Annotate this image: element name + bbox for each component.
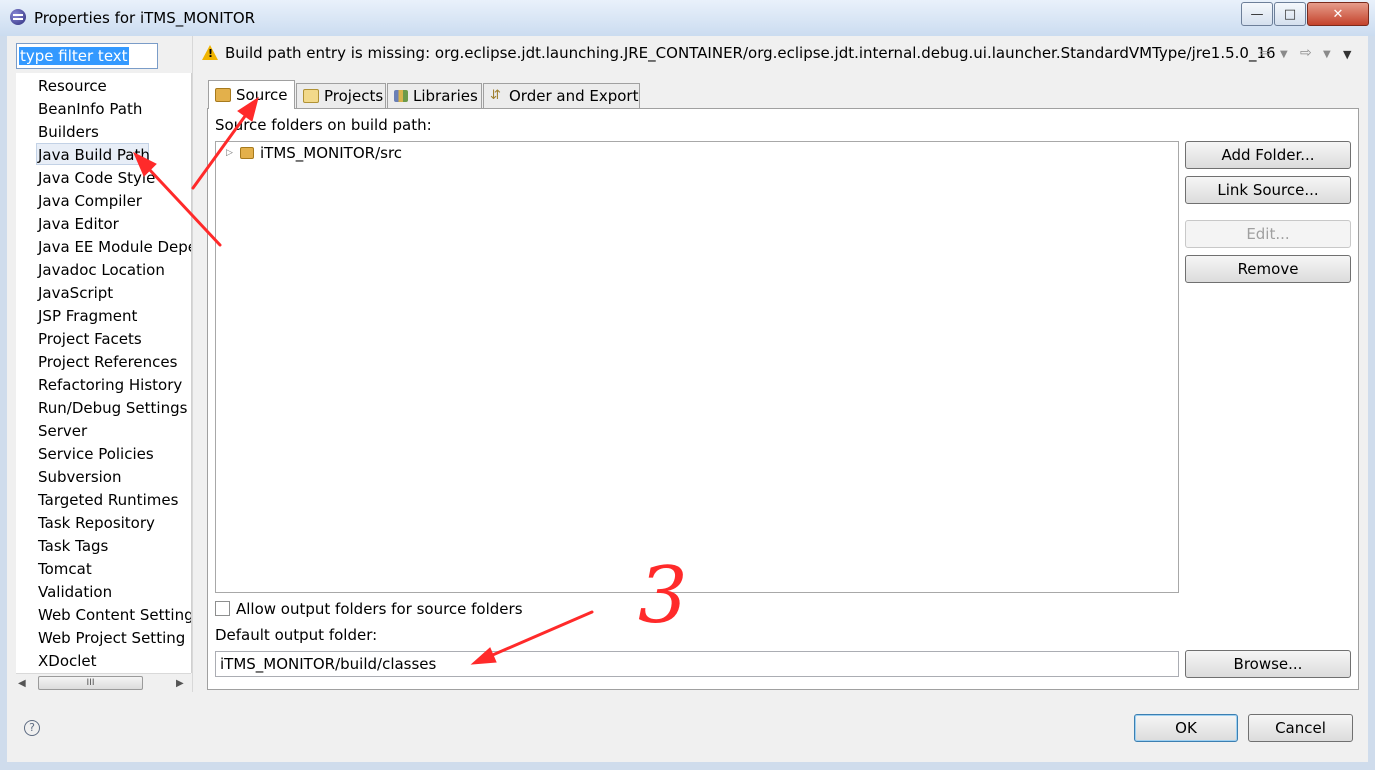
- nav-item[interactable]: Javadoc Location: [38, 259, 165, 281]
- nav-item[interactable]: Java Editor: [38, 213, 119, 235]
- source-folders-label: Source folders on build path:: [215, 116, 432, 134]
- nav-item[interactable]: Refactoring History: [38, 374, 182, 396]
- default-output-folder-value: iTMS_MONITOR/build/classes: [220, 655, 437, 673]
- allow-output-folders-checkbox[interactable]: [215, 601, 230, 616]
- forward-dropdown-icon[interactable]: ▼: [1323, 49, 1331, 60]
- view-menu-icon[interactable]: ▼: [1343, 48, 1351, 61]
- source-folder-item[interactable]: iTMS_MONITOR/src: [260, 144, 402, 162]
- nav-item[interactable]: Run/Debug Settings: [38, 397, 187, 419]
- close-button[interactable]: ✕: [1307, 2, 1369, 26]
- tab-order-export[interactable]: ⇵ Order and Export: [483, 83, 640, 108]
- nav-item[interactable]: Targeted Runtimes: [38, 489, 178, 511]
- tab-order-export-label: Order and Export: [509, 87, 639, 105]
- scroll-left-icon[interactable]: ◀: [18, 678, 26, 689]
- property-page-tree: Resource BeanInfo Path Builders Java Build …: [16, 73, 192, 673]
- nav-item[interactable]: Project Facets: [38, 328, 142, 350]
- nav-item[interactable]: Java Build Path: [38, 144, 150, 166]
- nav-item[interactable]: Java Code Style: [38, 167, 155, 189]
- nav-item[interactable]: Web Content Setting: [38, 604, 191, 626]
- page-message: Build path entry is missing: org.eclipse…: [225, 44, 1276, 62]
- nav-item[interactable]: Project References: [38, 351, 177, 373]
- nav-item[interactable]: Server: [38, 420, 87, 442]
- browse-button[interactable]: Browse...: [1185, 650, 1351, 678]
- remove-button[interactable]: Remove: [1185, 255, 1351, 283]
- source-folders-list[interactable]: [215, 141, 1179, 593]
- nav-item[interactable]: JavaScript: [38, 282, 113, 304]
- nav-item[interactable]: Resource: [38, 75, 107, 97]
- edit-button[interactable]: Edit...: [1185, 220, 1351, 248]
- nav-item[interactable]: Tomcat: [38, 558, 92, 580]
- nav-item[interactable]: Java Compiler: [38, 190, 142, 212]
- scroll-right-icon[interactable]: ▶: [176, 678, 184, 689]
- ok-button[interactable]: OK: [1134, 714, 1238, 742]
- nav-item[interactable]: JSP Fragment: [38, 305, 137, 327]
- nav-item[interactable]: Web Project Setting: [38, 627, 185, 649]
- warning-exclamation-icon: !: [208, 47, 214, 60]
- eclipse-icon: [10, 9, 26, 25]
- nav-item[interactable]: Subversion: [38, 466, 122, 488]
- maximize-button[interactable]: □: [1274, 2, 1306, 26]
- add-folder-button[interactable]: Add Folder...: [1185, 141, 1351, 169]
- allow-output-folders-label: Allow output folders for source folders: [236, 600, 523, 618]
- nav-item[interactable]: Builders: [38, 121, 99, 143]
- nav-item[interactable]: Task Tags: [38, 535, 108, 557]
- folder-source-icon: [215, 88, 231, 102]
- filter-input[interactable]: type filter text: [16, 43, 158, 69]
- tab-projects-label: Projects: [324, 87, 384, 105]
- scroll-thumb[interactable]: III: [38, 676, 143, 690]
- tree-horizontal-scrollbar[interactable]: ◀ III ▶: [16, 673, 191, 692]
- help-icon[interactable]: ?: [24, 720, 40, 736]
- nav-item[interactable]: Java EE Module Depe: [38, 236, 191, 258]
- tab-libraries[interactable]: Libraries: [387, 83, 482, 108]
- tab-source-label: Source: [236, 86, 288, 104]
- source-folder-icon: [240, 147, 254, 159]
- sash-divider[interactable]: [192, 36, 193, 692]
- tree-expand-icon[interactable]: ▷: [226, 148, 233, 158]
- minimize-button[interactable]: —: [1241, 2, 1273, 26]
- nav-item[interactable]: XDoclet: [38, 650, 97, 672]
- libraries-icon: [394, 90, 408, 102]
- back-arrow-icon[interactable]: ⇦: [1259, 45, 1271, 61]
- nav-item[interactable]: Task Repository: [38, 512, 155, 534]
- tab-libraries-label: Libraries: [413, 87, 478, 105]
- projects-icon: [303, 89, 319, 103]
- tab-projects[interactable]: Projects: [296, 83, 386, 108]
- forward-arrow-icon[interactable]: ⇨: [1300, 45, 1312, 61]
- order-export-icon: ⇵: [490, 88, 501, 103]
- default-output-folder-label: Default output folder:: [215, 626, 378, 644]
- nav-item[interactable]: Service Policies: [38, 443, 154, 465]
- nav-item[interactable]: BeanInfo Path: [38, 98, 142, 120]
- tab-source[interactable]: Source: [208, 80, 295, 109]
- cancel-button[interactable]: Cancel: [1248, 714, 1353, 742]
- nav-item[interactable]: Validation: [38, 581, 112, 603]
- window-title: Properties for iTMS_MONITOR: [34, 9, 256, 27]
- filter-text-selected: type filter text: [19, 47, 129, 65]
- link-source-button[interactable]: Link Source...: [1185, 176, 1351, 204]
- back-dropdown-icon[interactable]: ▼: [1280, 49, 1288, 60]
